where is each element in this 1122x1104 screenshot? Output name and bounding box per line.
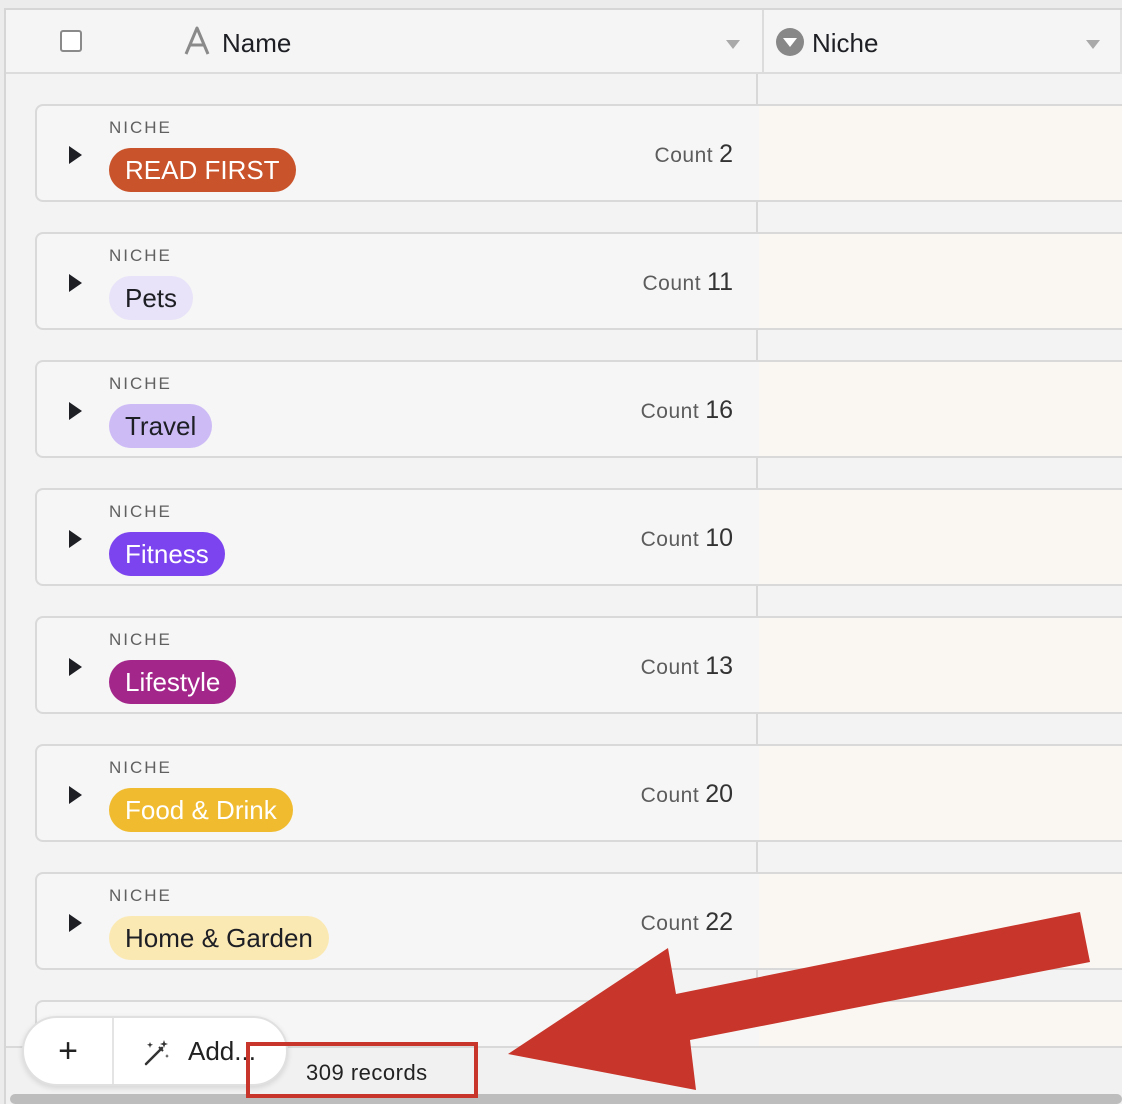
add-record-button[interactable]: + [24,1018,114,1084]
group-niche-cell [758,616,1122,714]
expand-triangle-icon[interactable] [69,274,82,292]
count-label: Count [640,528,700,551]
single-select-field-icon [776,28,804,56]
niche-pill: READ FIRST [109,148,296,192]
count-value: 16 [705,396,733,424]
group-header-fitness[interactable]: NICHE Fitness Count 10 [35,488,759,586]
count-label: Count [640,656,700,679]
group-niche-cell [758,232,1122,330]
group-field-caption: NICHE [109,630,172,649]
count-value: 13 [705,652,733,680]
count-value: 2 [719,140,733,168]
niche-pill: Travel [109,404,213,448]
group-count: Count 2 [655,140,733,169]
group-niche-cell [758,360,1122,458]
group-count: Count 22 [641,908,733,937]
niche-column-menu-icon[interactable] [1086,40,1100,49]
expand-triangle-icon[interactable] [69,146,82,164]
horizontal-scrollbar[interactable] [10,1094,1122,1104]
group-count: Count 16 [641,396,733,425]
group-header-travel[interactable]: NICHE Travel Count 16 [35,360,759,458]
grid-header: Name Niche [6,10,1122,74]
count-value: 10 [705,524,733,552]
expand-triangle-icon[interactable] [69,914,82,932]
group-field-caption: NICHE [109,502,172,521]
column-divider [762,10,764,74]
text-field-icon [184,26,210,55]
group-field-caption: NICHE [109,886,172,905]
group-count: Count 10 [641,524,733,553]
niche-pill: Lifestyle [109,660,237,704]
group-niche-cell [758,488,1122,586]
group-header-pets[interactable]: NICHE Pets Count 11 [35,232,759,330]
niche-pill: Fitness [109,532,225,576]
group-count: Count 13 [641,652,733,681]
count-label: Count [640,912,700,935]
name-column-menu-icon[interactable] [726,40,740,49]
count-label: Count [640,784,700,807]
group-header-food-drink[interactable]: NICHE Food & Drink Count 20 [35,744,759,842]
group-niche-cell [758,104,1122,202]
name-column-header[interactable]: Name [222,28,291,59]
expand-triangle-icon[interactable] [69,658,82,676]
count-value: 20 [705,780,733,808]
group-field-caption: NICHE [109,374,172,393]
group-field-caption: NICHE [109,758,172,777]
annotation-highlight-box [246,1042,478,1098]
group-count: Count 20 [641,780,733,809]
group-header-home-garden[interactable]: NICHE Home & Garden Count 22 [35,872,759,970]
magic-wand-icon [144,1040,169,1066]
count-label: Count [640,400,700,423]
expand-triangle-icon[interactable] [69,786,82,804]
group-field-caption: NICHE [109,246,172,265]
count-value: 22 [705,908,733,936]
niche-pill: Food & Drink [109,788,293,832]
expand-triangle-icon[interactable] [69,402,82,420]
count-label: Count [642,272,702,295]
group-header-lifestyle[interactable]: NICHE Lifestyle Count 13 [35,616,759,714]
count-value: 11 [707,268,733,296]
group-count: Count 11 [643,268,734,297]
expand-triangle-icon[interactable] [69,530,82,548]
niche-pill: Pets [109,276,194,320]
niche-column-header[interactable]: Niche [812,28,878,59]
group-field-caption: NICHE [109,118,172,137]
count-label: Count [654,144,714,167]
group-niche-cell [758,872,1122,970]
select-all-checkbox[interactable] [60,30,82,52]
niche-pill: Home & Garden [109,916,329,960]
group-niche-cell [758,744,1122,842]
group-header-read-first[interactable]: NICHE READ FIRST Count 2 [35,104,759,202]
